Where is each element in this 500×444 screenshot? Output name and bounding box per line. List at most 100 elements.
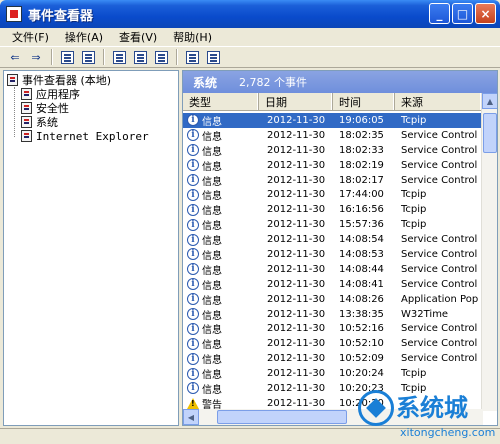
export-icon[interactable] — [152, 48, 170, 66]
event-row[interactable]: i 信息 2012-11-30 14:08:53 Service Control — [183, 247, 481, 262]
event-row[interactable]: i 信息 2012-11-30 13:38:35 W32Time — [183, 307, 481, 322]
event-type-cell: i 信息 — [183, 173, 259, 188]
horizontal-scroll-thumb[interactable] — [217, 410, 347, 424]
event-date-cell: 2012-11-30 — [267, 353, 326, 365]
log-icon — [21, 130, 32, 142]
menu-file[interactable]: 文件(F) — [6, 29, 55, 45]
event-row[interactable]: i 信息 2012-11-30 14:08:44 Service Control — [183, 262, 481, 277]
event-type-cell: i 信息 — [183, 262, 259, 277]
scroll-left-arrow-icon[interactable]: ◀ — [183, 409, 199, 425]
event-row[interactable]: i 信息 2012-11-30 19:06:05 Tcpip — [183, 113, 481, 128]
event-type-cell: i 信息 — [183, 351, 259, 366]
view-icon[interactable] — [204, 48, 222, 66]
watermark: 系统城 xitongcheng.com — [352, 384, 500, 444]
toolbar-separator — [51, 49, 52, 65]
event-date-cell: 2012-11-30 — [267, 219, 326, 231]
event-source-cell: Service Control — [401, 174, 478, 186]
event-type-label: 信息 — [202, 340, 222, 352]
vertical-scroll-thumb[interactable] — [483, 113, 497, 153]
event-source-cell: Service Control — [401, 159, 478, 171]
event-date-cell: 2012-11-30 — [267, 129, 326, 141]
column-header-source[interactable]: 来源 — [395, 93, 481, 110]
minimize-button[interactable]: _ — [429, 3, 450, 24]
event-date-cell: 2012-11-30 — [267, 234, 326, 246]
help-icon[interactable] — [183, 48, 201, 66]
tree-item-internet-explorer[interactable]: Internet Explorer — [7, 129, 175, 143]
menu-view[interactable]: 查看(V) — [113, 29, 163, 45]
event-row[interactable]: i 信息 2012-11-30 18:02:17 Service Control — [183, 173, 481, 188]
event-date-cell: 2012-11-30 — [267, 248, 326, 260]
tree-item-label: 系统 — [36, 116, 58, 129]
event-source-cell: Tcpip — [401, 204, 427, 216]
scroll-up-arrow-icon[interactable]: ▲ — [482, 93, 497, 109]
event-source-cell: Service Control — [401, 353, 478, 365]
show-tree-icon[interactable] — [79, 48, 97, 66]
menu-help[interactable]: 帮助(H) — [167, 29, 218, 45]
event-row[interactable]: i 信息 2012-11-30 10:20:24 Tcpip — [183, 366, 481, 381]
event-type-label: 信息 — [202, 355, 222, 367]
event-time-cell: 14:08:26 — [339, 293, 384, 305]
event-row[interactable]: i 信息 2012-11-30 10:52:16 Service Control — [183, 321, 481, 336]
log-icon — [21, 116, 32, 128]
info-icon: i — [187, 382, 199, 395]
event-row[interactable]: i 信息 2012-11-30 14:08:26 Application Pop — [183, 292, 481, 307]
event-type-cell: i 信息 — [183, 247, 259, 262]
event-time-cell: 18:02:17 — [339, 174, 384, 186]
event-type-label: 信息 — [202, 206, 222, 218]
event-date-cell: 2012-11-30 — [267, 144, 326, 156]
event-type-label: 信息 — [202, 295, 222, 307]
event-time-cell: 18:02:33 — [339, 144, 384, 156]
event-time-cell: 13:38:35 — [339, 308, 384, 320]
info-icon: i — [187, 129, 199, 142]
tree-item-system[interactable]: 系统 — [7, 115, 175, 129]
forward-button[interactable]: ⇒ — [27, 48, 45, 66]
tree-item-security[interactable]: 安全性 — [7, 101, 175, 115]
event-row[interactable]: i 信息 2012-11-30 17:44:00 Tcpip — [183, 187, 481, 202]
column-header-time[interactable]: 时间 — [333, 93, 395, 110]
close-button[interactable]: × — [475, 3, 496, 24]
event-row[interactable]: i 信息 2012-11-30 18:02:35 Service Control — [183, 128, 481, 143]
tree-item-label: Internet Explorer — [36, 129, 149, 143]
column-header-type[interactable]: 类型 — [183, 93, 259, 110]
title-bar[interactable]: 事件查看器 _ □ × — [0, 0, 500, 28]
event-date-cell: 2012-11-30 — [267, 323, 326, 335]
event-source-cell: Tcpip — [401, 368, 427, 380]
event-row[interactable]: i 信息 2012-11-30 14:08:54 Service Control — [183, 232, 481, 247]
event-type-cell: i 信息 — [183, 366, 259, 381]
event-date-cell: 2012-11-30 — [267, 159, 326, 171]
event-source-cell: Service Control — [401, 323, 478, 335]
event-time-cell: 14:08:41 — [339, 278, 384, 290]
properties-icon[interactable] — [110, 48, 128, 66]
refresh-icon[interactable] — [131, 48, 149, 66]
tree-root[interactable]: 事件查看器 (本地) — [7, 73, 175, 87]
event-row[interactable]: i 信息 2012-11-30 15:57:36 Tcpip — [183, 217, 481, 232]
vertical-scrollbar[interactable]: ▲ — [481, 93, 497, 411]
event-type-cell: i 信息 — [183, 336, 259, 351]
event-row[interactable]: i 信息 2012-11-30 18:02:19 Service Control — [183, 158, 481, 173]
info-icon: i — [187, 293, 199, 306]
tree-item-application[interactable]: 应用程序 — [7, 87, 175, 101]
event-source-cell: Service Control — [401, 144, 478, 156]
up-folder-icon[interactable] — [58, 48, 76, 66]
event-type-label: 信息 — [202, 236, 222, 248]
event-row[interactable]: i 信息 2012-11-30 16:16:56 Tcpip — [183, 202, 481, 217]
event-row[interactable]: i 信息 2012-11-30 18:02:33 Service Control — [183, 143, 481, 158]
column-header-date[interactable]: 日期 — [259, 93, 333, 110]
event-time-cell: 10:52:10 — [339, 338, 384, 350]
back-button[interactable]: ⇐ — [6, 48, 24, 66]
event-date-cell: 2012-11-30 — [267, 338, 326, 350]
event-row[interactable]: i 信息 2012-11-30 10:52:09 Service Control — [183, 351, 481, 366]
info-icon: i — [187, 233, 199, 246]
event-time-cell: 10:20:24 — [339, 368, 384, 380]
event-date-cell: 2012-11-30 — [267, 204, 326, 216]
menu-action[interactable]: 操作(A) — [59, 29, 109, 45]
event-row[interactable]: i 信息 2012-11-30 14:08:41 Service Control — [183, 277, 481, 292]
event-row[interactable]: i 信息 2012-11-30 10:52:10 Service Control — [183, 336, 481, 351]
event-viewer-icon — [7, 74, 18, 86]
info-icon: i — [187, 263, 199, 276]
event-type-cell: i 信息 — [183, 277, 259, 292]
event-type-cell: i 信息 — [183, 202, 259, 217]
event-type-label: 信息 — [202, 384, 222, 396]
maximize-button[interactable]: □ — [452, 3, 473, 24]
watermark-subtitle: xitongcheng.com — [400, 426, 496, 439]
